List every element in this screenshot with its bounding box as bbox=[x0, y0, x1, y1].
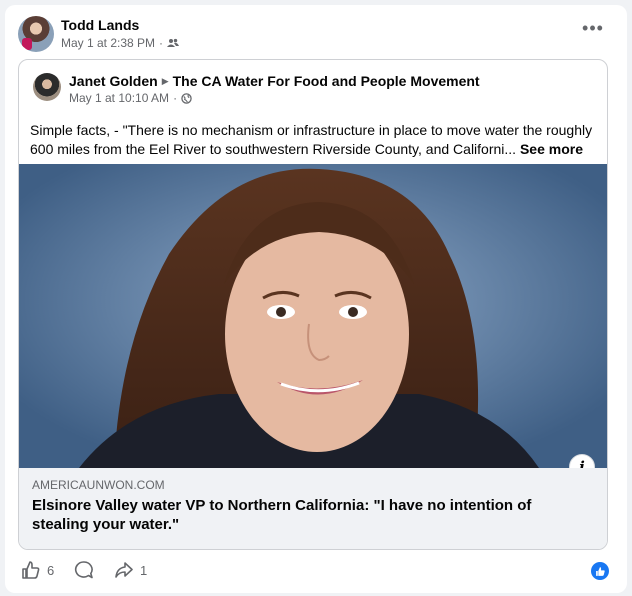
post-card: Todd Lands May 1 at 2:38 PM · ••• Janet … bbox=[5, 5, 627, 593]
like-count: 6 bbox=[47, 562, 55, 578]
reaction-like-icon[interactable] bbox=[591, 562, 609, 580]
group-name[interactable]: The CA Water For Food and People Movemen… bbox=[173, 73, 480, 89]
poster-avatar[interactable] bbox=[18, 16, 54, 52]
caret-right-icon: ▶ bbox=[161, 75, 169, 86]
see-more-link[interactable]: See more bbox=[520, 141, 583, 157]
share-count: 1 bbox=[140, 562, 148, 578]
like-button[interactable]: 6 bbox=[21, 560, 54, 580]
post-body: Simple facts, - "There is no mechanism o… bbox=[30, 122, 593, 157]
link-domain: AMERICAUNWON.COM bbox=[32, 478, 165, 492]
post-timestamp[interactable]: May 1 at 2:38 PM bbox=[61, 36, 155, 50]
shared-post-text: Simple facts, - "There is no mechanism o… bbox=[30, 121, 602, 159]
share-icon bbox=[115, 562, 133, 578]
meta-separator: · bbox=[159, 36, 164, 50]
poster-name[interactable]: Todd Lands bbox=[61, 17, 139, 33]
shared-author-name[interactable]: Janet Golden bbox=[69, 73, 158, 89]
friends-icon bbox=[167, 38, 180, 47]
link-preview-image[interactable]: i bbox=[19, 164, 607, 468]
comment-icon bbox=[74, 561, 93, 579]
thumbs-up-icon bbox=[595, 566, 605, 576]
shared-post: Janet Golden ▶ The CA Water For Food and… bbox=[18, 59, 608, 550]
shared-author-avatar[interactable] bbox=[33, 73, 61, 101]
post-meta: May 1 at 2:38 PM · bbox=[61, 36, 180, 50]
shared-post-header: Janet Golden ▶ The CA Water For Food and… bbox=[69, 73, 480, 89]
link-title[interactable]: Elsinore Valley water VP to Northern Cal… bbox=[32, 496, 592, 534]
portrait-image bbox=[19, 164, 607, 468]
thumbs-up-icon bbox=[22, 561, 40, 579]
shared-post-meta: May 1 at 10:10 AM · bbox=[69, 91, 192, 105]
shared-post-timestamp[interactable]: May 1 at 10:10 AM bbox=[69, 91, 169, 105]
more-options-button[interactable]: ••• bbox=[581, 19, 605, 41]
action-bar: 6 1 bbox=[5, 555, 627, 585]
meta-separator: · bbox=[173, 91, 178, 105]
link-preview[interactable]: AMERICAUNWON.COM Elsinore Valley water V… bbox=[19, 468, 607, 549]
comment-button[interactable] bbox=[74, 560, 100, 580]
share-button[interactable]: 1 bbox=[114, 560, 147, 580]
globe-icon bbox=[181, 92, 192, 104]
